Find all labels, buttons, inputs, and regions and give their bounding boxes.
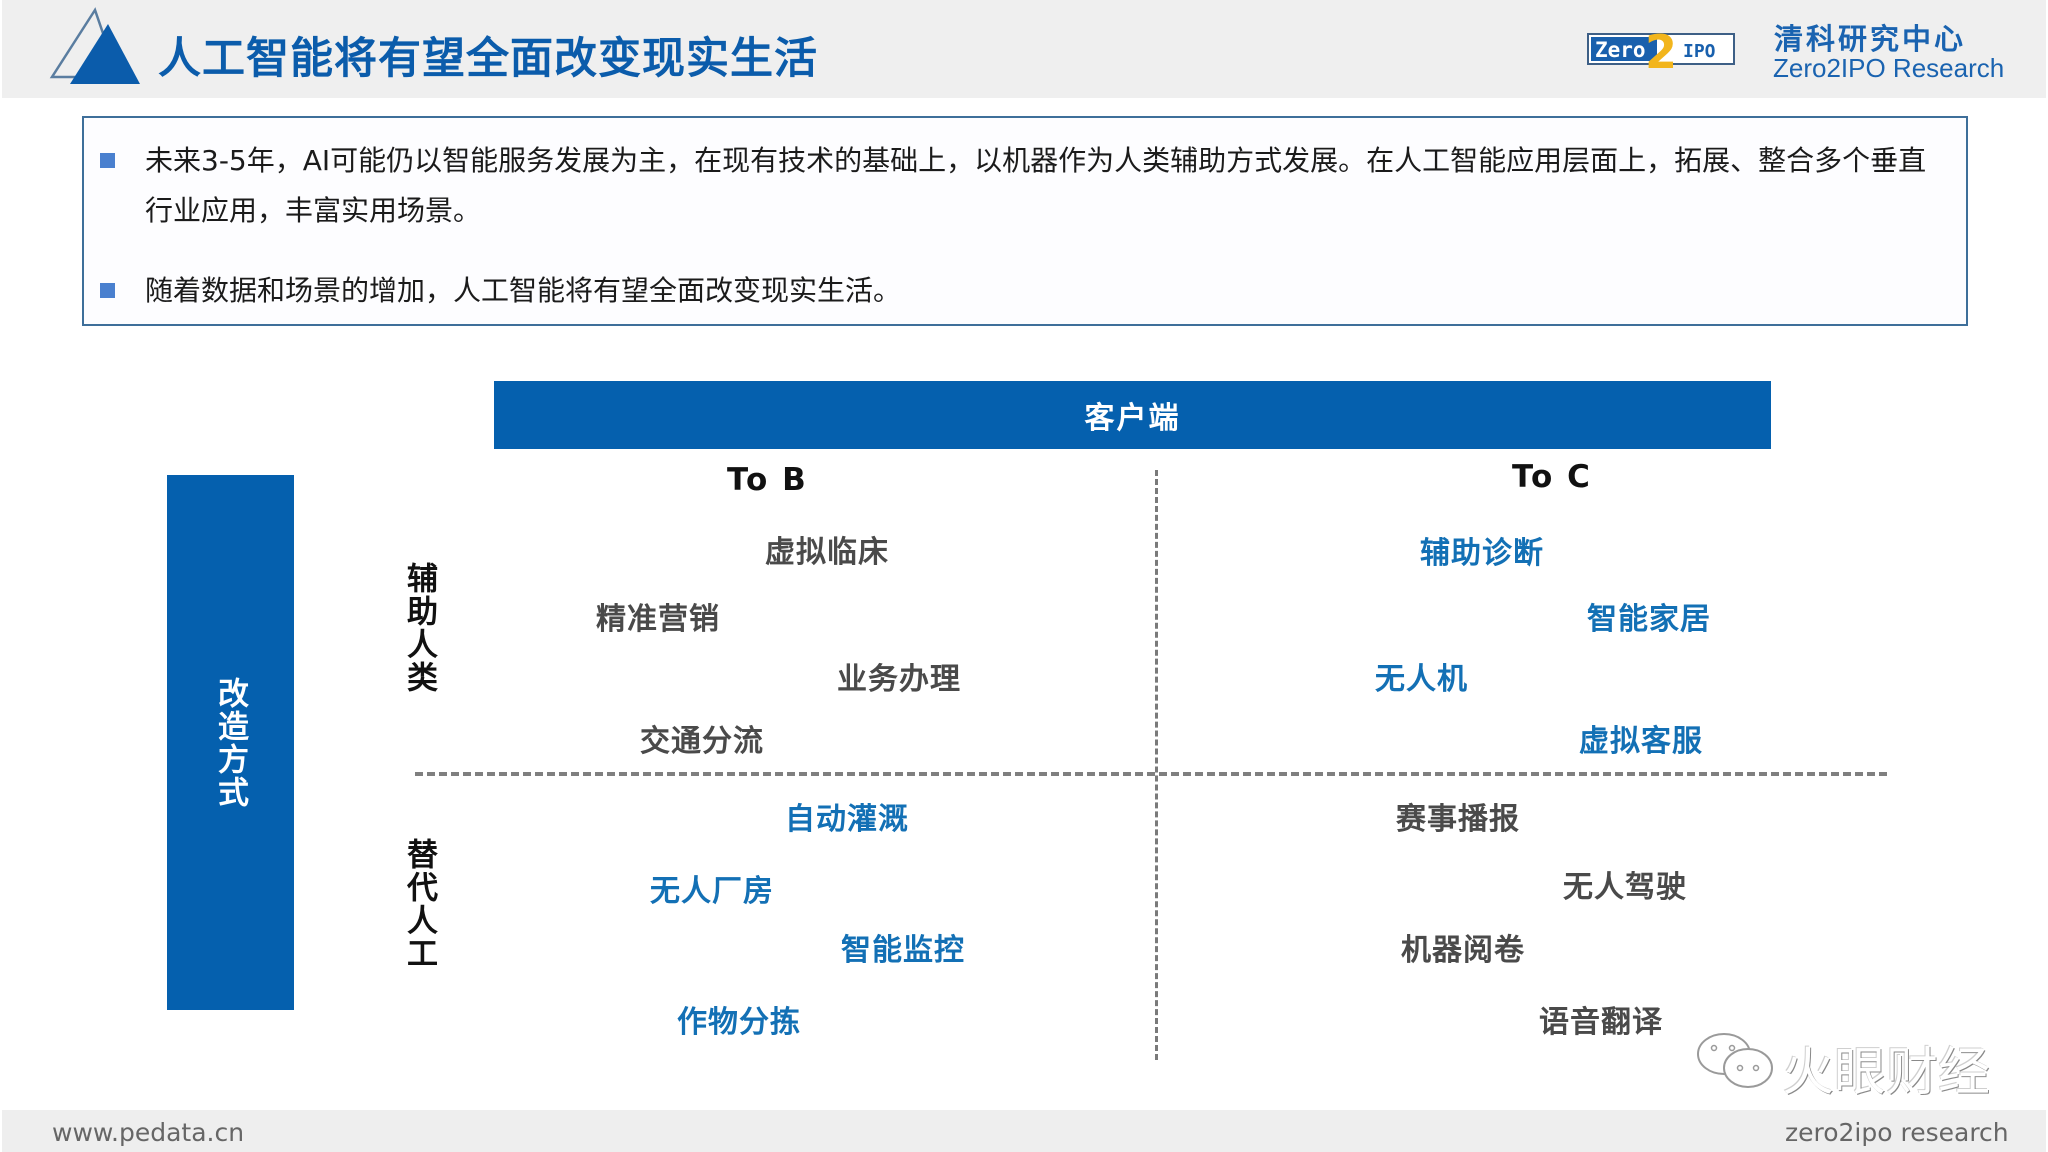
brand-name-cn: 清科研究中心	[1774, 22, 1967, 56]
summary-bullet-1-line-2: 行业应用，丰富实用场景。	[145, 194, 482, 227]
quadrant-item: 机器阅卷	[1401, 933, 1525, 968]
quadrant-item: 智能监控	[841, 933, 965, 968]
footer-brand: zero2ipo research	[1785, 1118, 2009, 1147]
quadrant-item: 无人机	[1375, 662, 1468, 697]
quadrant-item: 智能家居	[1587, 602, 1711, 637]
summary-bullet-2-line-1: 随着数据和场景的增加，人工智能将有望全面改变现实生活。	[145, 274, 902, 307]
footer-bar	[2, 1110, 2046, 1152]
y-axis-title-bar: 改造方式	[167, 475, 294, 1010]
quadrant-item: 业务办理	[837, 662, 961, 697]
row-label-assist: 辅助人类	[401, 562, 437, 694]
quadrant-item: 虚拟临床	[765, 535, 889, 570]
quadrant-item: 辅助诊断	[1420, 536, 1544, 571]
logo-text-2: 2	[1645, 26, 1677, 74]
logo-text-ipo: IPO	[1683, 41, 1716, 62]
watermark-text: 火眼财经	[1782, 1043, 1991, 1103]
zero2ipo-logo: Zero 2 IPO	[1587, 26, 1735, 74]
logo-text-zero: Zero	[1595, 38, 1646, 62]
quadrant-item: 虚拟客服	[1579, 724, 1703, 759]
footer-website: www.pedata.cn	[52, 1118, 245, 1147]
triangle-logo-icon	[49, 7, 140, 84]
bullet-square-icon	[100, 283, 115, 298]
quadrant-item: 交通分流	[640, 724, 764, 759]
y-axis-title: 改造方式	[212, 676, 248, 809]
x-axis-title-bar: 客户端	[494, 381, 1771, 449]
quadrant-item: 语音翻译	[1539, 1005, 1663, 1040]
horizontal-divider-dashed	[415, 772, 1887, 776]
quadrant-item: 自动灌溉	[785, 802, 909, 837]
brand-name-en: Zero2IPO Research	[1773, 53, 2005, 83]
wechat-icon	[1697, 1033, 1773, 1088]
quadrant-item: 无人厂房	[650, 874, 774, 909]
page-title: 人工智能将有望全面改变现实生活	[158, 34, 818, 84]
quadrant-item: 无人驾驶	[1563, 870, 1687, 905]
quadrant-item: 精准营销	[596, 602, 720, 637]
x-axis-title: 客户端	[1084, 401, 1181, 436]
vertical-divider-dashed	[1155, 470, 1158, 1060]
column-header-tob: To B	[727, 462, 808, 498]
quadrant-item: 作物分拣	[677, 1005, 801, 1040]
bullet-square-icon	[100, 153, 115, 168]
summary-bullet-1-line-1: 未来3-5年，AI可能仍以智能服务发展为主，在现有技术的基础上，以机器作为人类辅…	[145, 144, 1927, 177]
column-header-toc: To C	[1512, 459, 1592, 495]
quadrant-item: 赛事播报	[1396, 802, 1520, 837]
row-label-replace: 替代人工	[401, 838, 437, 970]
